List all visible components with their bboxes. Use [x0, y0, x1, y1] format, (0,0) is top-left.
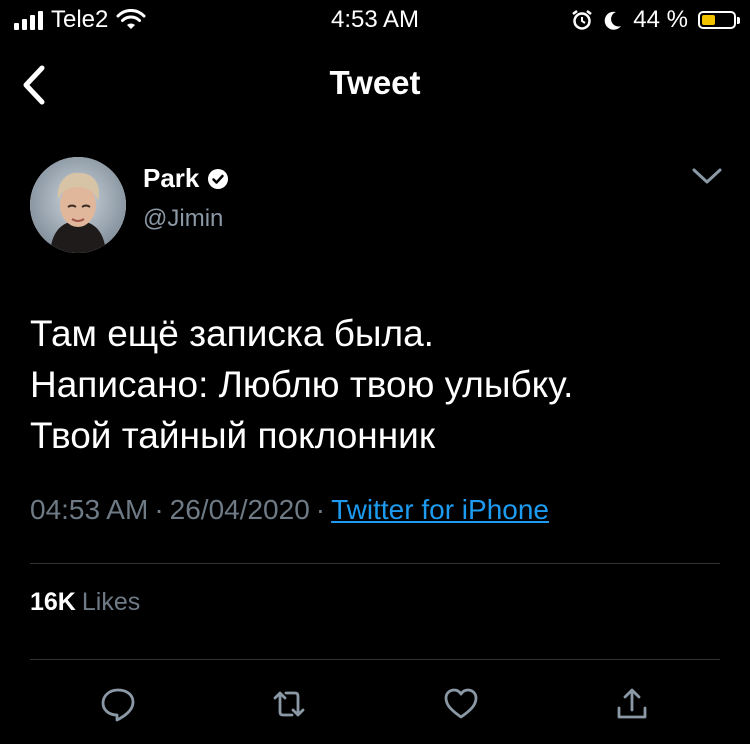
tweet-time: 04:53 AM: [30, 494, 149, 525]
retweet-icon[interactable]: [271, 686, 307, 722]
tweet-line: Твой тайный поклонник: [30, 415, 436, 456]
chevron-down-icon[interactable]: [690, 161, 724, 191]
likes-label: Likes: [81, 588, 141, 616]
tweet-date: 26/04/2020: [169, 494, 310, 525]
tweet-meta: 04:53 AM · 26/04/2020 · Twitter for iPhone: [30, 494, 549, 526]
author-handle[interactable]: @Jimin: [143, 205, 223, 233]
battery-percent: 44 %: [633, 6, 688, 33]
likes-count: 16K: [30, 588, 76, 616]
alarm-icon: [572, 10, 593, 30]
reply-icon[interactable]: [100, 686, 136, 722]
tweet-author: Park @Jimin: [30, 157, 730, 257]
status-bar: Tele2 4:53 AM 44 %: [0, 0, 750, 40]
divider: [30, 563, 720, 564]
page-title: Tweet: [329, 64, 421, 101]
separator-dot: ·: [315, 494, 326, 525]
status-bar-right: 44 %: [571, 6, 740, 34]
author-name[interactable]: Park: [143, 163, 199, 194]
author-name-row: Park: [143, 163, 229, 194]
battery-icon: [698, 11, 740, 29]
verified-badge-icon: [208, 168, 229, 189]
tweet-line: Там ещё записка была.: [30, 313, 434, 354]
separator-dot: ·: [154, 494, 164, 525]
avatar[interactable]: [30, 157, 126, 253]
like-icon[interactable]: [443, 686, 479, 722]
header: Tweet: [0, 50, 750, 120]
battery-fill: [702, 15, 715, 25]
tweet-text: Там ещё записка была. Написано: Люблю тв…: [30, 308, 720, 461]
moon-icon: [605, 11, 622, 30]
share-icon[interactable]: [614, 686, 650, 722]
tweet-line: Написано: Люблю твою улыбку.: [30, 364, 574, 405]
divider: [30, 659, 720, 660]
tweet-stats[interactable]: 16K Likes: [30, 588, 140, 617]
tweet-source-link[interactable]: Twitter for iPhone: [331, 494, 549, 525]
